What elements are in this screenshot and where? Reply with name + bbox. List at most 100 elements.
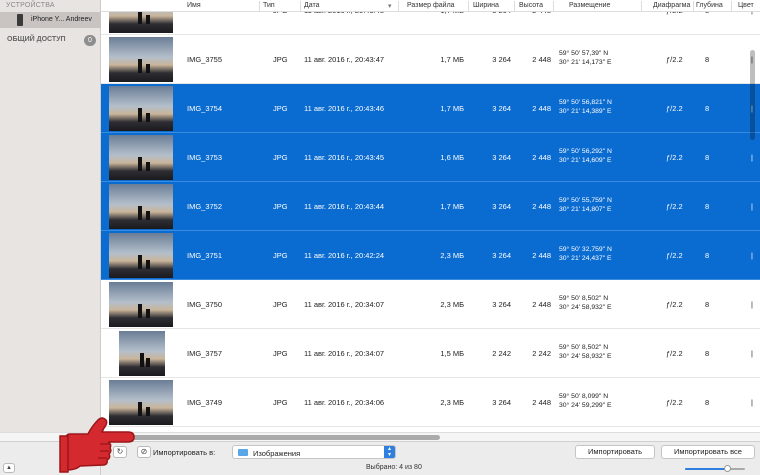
cell-color: |	[751, 349, 753, 358]
cell-aperture: ƒ/2.2	[666, 104, 683, 113]
import-to-label: Импортировать в:	[153, 448, 216, 457]
table-row[interactable]: IMG_3753 JPG 11 авг. 2016 г., 20:43:45 1,6 …	[101, 133, 760, 182]
photo-thumbnail[interactable]	[109, 184, 173, 229]
cell-width: 3 264	[492, 202, 511, 211]
table-row[interactable]: IMG_3751 JPG 11 авг. 2016 г., 20:42:24 2,3 …	[101, 231, 760, 280]
cell-height: 2 448	[532, 104, 551, 113]
thumbnail-detail	[146, 358, 150, 367]
thumbnail-detail	[138, 157, 142, 171]
cell-location: 59° 50' 8,099" N 30° 24' 59,299" E	[559, 392, 612, 410]
column-header-date[interactable]: Дата	[304, 2, 320, 9]
photo-icon[interactable]: ▲	[3, 463, 15, 473]
no-entry-icon[interactable]: ⊘	[137, 446, 151, 458]
thumbnail-detail	[146, 260, 150, 269]
hand-cuff	[59, 435, 69, 473]
destination-value: Изображения	[253, 449, 301, 458]
destination-select[interactable]: Изображения ▴ ▾	[232, 445, 396, 459]
cell-date: 11 авг. 2016 г., 20:43:46	[304, 104, 385, 113]
pointing-hand-icon	[59, 417, 135, 473]
sidebar-item-shared[interactable]: ОБЩИЙ ДОСТУП 0	[0, 34, 101, 48]
cell-width: 3 264	[492, 251, 511, 260]
cell-type: JPG	[273, 55, 288, 64]
cell-depth: 8	[705, 251, 710, 260]
cell-date: 11 авг. 2016 г., 20:43:45	[304, 153, 385, 162]
photo-thumbnail[interactable]	[109, 282, 173, 327]
sidebar-item-device[interactable]: iPhone Y... Andreev	[0, 12, 101, 28]
column-divider	[693, 1, 694, 11]
cell-type: JPG	[273, 251, 288, 260]
cell-type: JPG	[273, 202, 288, 211]
cell-color: |	[751, 300, 753, 309]
column-header-location[interactable]: Размещение	[569, 2, 610, 9]
cell-height: 2 448	[532, 398, 551, 407]
column-header-type[interactable]: Тип	[263, 2, 275, 9]
photo-thumbnail[interactable]	[109, 37, 173, 82]
column-header-height[interactable]: Высота	[519, 2, 543, 9]
cell-location: 59° 50' 32,759" N 30° 21' 24,437" E	[559, 245, 612, 263]
column-divider	[398, 1, 399, 11]
cell-height: 2 448	[532, 55, 551, 64]
slider-fill	[685, 468, 728, 470]
cell-name: IMG_3750	[187, 300, 223, 309]
import-button[interactable]: Импортировать	[575, 445, 655, 459]
cell-height: 2 448	[532, 300, 551, 309]
table-row[interactable]: IMG_3757 JPG 11 авг. 2016 г., 20:34:07 1,5 …	[101, 329, 760, 378]
table-row[interactable]: IMG_3750 JPG 11 авг. 2016 г., 20:34:07 2,3 …	[101, 280, 760, 329]
photo-thumbnail[interactable]	[109, 86, 173, 131]
cell-width: 3 264	[492, 398, 511, 407]
column-header-name[interactable]: Имя	[187, 2, 201, 9]
column-header-size[interactable]: Размер файла	[407, 2, 455, 9]
table-row[interactable]: IMG_3755 JPG 11 авг. 2016 г., 20:43:47 1,7 …	[101, 35, 760, 84]
cell-location: 59° 50' 8,502" N 30° 24' 58,932" E	[559, 294, 612, 312]
cell-depth: 8	[705, 300, 710, 309]
cell-name: IMG_3752	[187, 202, 223, 211]
column-header-aperture[interactable]: Диафрагма	[653, 2, 690, 9]
table-row[interactable]: IMG_3752 JPG 11 авг. 2016 г., 20:43:44 1,7 …	[101, 182, 760, 231]
photo-thumbnail[interactable]	[109, 233, 173, 278]
thumbnail-detail	[138, 108, 142, 122]
device-name: iPhone Y... Andreev	[31, 16, 92, 23]
vertical-scrollbar[interactable]	[750, 50, 755, 140]
cell-location: 59° 50' 55,759" N 30° 21' 14,807" E	[559, 196, 612, 214]
table-header: Имя Тип Дата ▾ Размер файла Ширина Высот…	[101, 0, 760, 12]
cell-aperture: ƒ/2.2	[666, 202, 683, 211]
photo-thumbnail[interactable]	[119, 331, 165, 376]
cell-aperture: ƒ/2.2	[666, 55, 683, 64]
cell-depth: 8	[705, 104, 710, 113]
cell-depth: 8	[705, 398, 710, 407]
thumbnail-detail	[146, 309, 150, 318]
column-header-color[interactable]: Цвет	[738, 2, 754, 9]
cell-color: |	[751, 251, 753, 260]
cell-depth: 8	[705, 55, 710, 64]
column-header-width[interactable]: Ширина	[473, 2, 499, 9]
slider-knob[interactable]	[724, 465, 731, 472]
column-divider	[641, 1, 642, 11]
thumbnail-detail	[146, 162, 150, 171]
cell-location: 59° 50' 56,292" N 30° 21' 14,609" E	[559, 147, 612, 165]
sort-chevron-icon[interactable]: ▾	[388, 2, 392, 10]
cell-color: |	[751, 202, 753, 211]
cell-name: IMG_3754	[187, 104, 223, 113]
cell-size: 1,7 МБ	[440, 104, 464, 113]
cell-date: 11 авг. 2016 г., 20:34:07	[304, 300, 385, 309]
shared-count-badge: 0	[84, 35, 96, 46]
cell-longitude: 30° 24' 58,932" E	[559, 353, 612, 360]
column-header-depth[interactable]: Глубина	[696, 2, 723, 9]
cell-latitude: 59° 50' 8,502" N	[559, 344, 609, 351]
table-row[interactable]: IMG_3749 JPG 11 авг. 2016 г., 20:34:06 2,3 …	[101, 378, 760, 427]
table-row[interactable]: IMG_3754 JPG 11 авг. 2016 г., 20:43:46 1,7 …	[101, 84, 760, 133]
folder-icon	[238, 449, 248, 456]
cell-aperture: ƒ/2.2	[666, 398, 683, 407]
iphone-icon	[17, 14, 23, 26]
import-all-button[interactable]: Импортировать все	[661, 445, 755, 459]
photo-thumbnail[interactable]	[109, 135, 173, 180]
thumbnail-size-slider[interactable]	[685, 465, 745, 472]
cell-size: 1,7 МБ	[440, 202, 464, 211]
cell-size: 1,5 МБ	[440, 349, 464, 358]
thumbnail-detail	[138, 59, 142, 73]
cell-width: 3 264	[492, 153, 511, 162]
cell-latitude: 59° 50' 8,502" N	[559, 295, 609, 302]
cell-name: IMG_3753	[187, 153, 223, 162]
sidebar: УСТРОЙСТВА iPhone Y... Andreev ОБЩИЙ ДОС…	[0, 0, 101, 460]
horizontal-scroll-knob[interactable]	[104, 435, 440, 440]
